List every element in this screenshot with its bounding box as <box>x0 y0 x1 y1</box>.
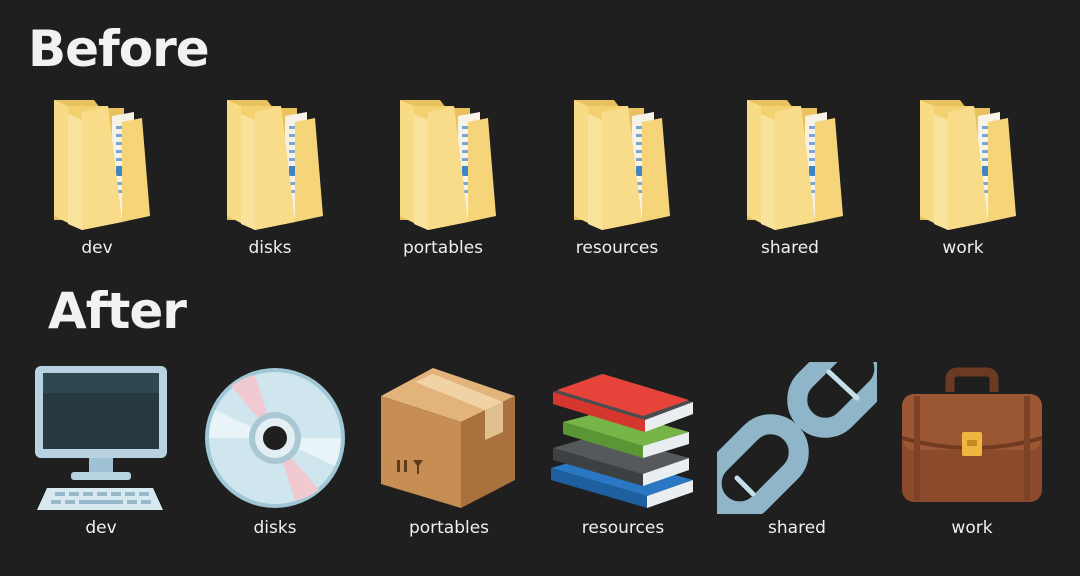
folder-icon <box>54 100 150 230</box>
optical-disc-icon <box>205 368 345 508</box>
folder-label: disks <box>248 238 292 258</box>
before-folder-row: dev disks portables resources shared wor… <box>0 92 1080 272</box>
folder-item-resources[interactable]: resources <box>537 92 697 272</box>
briefcase-icon <box>901 367 1043 502</box>
icon-label: dev <box>85 518 117 538</box>
icon-label: portables <box>408 518 490 538</box>
books-icon <box>551 374 693 508</box>
icon-item-resources[interactable]: resources <box>543 362 703 542</box>
folder-label: shared <box>761 238 819 258</box>
folder-icon <box>227 100 323 230</box>
icon-item-shared[interactable]: shared <box>717 362 877 542</box>
folder-icon <box>920 100 1016 230</box>
icon-item-portables[interactable]: portables <box>369 362 529 542</box>
folder-label: portables <box>402 238 484 258</box>
folder-label: work <box>942 238 984 258</box>
cardboard-box-icon <box>381 368 515 508</box>
icon-item-work[interactable]: work <box>892 362 1052 542</box>
folder-label: resources <box>575 238 659 258</box>
folder-item-portables[interactable]: portables <box>363 92 523 272</box>
desktop-computer-icon <box>35 366 167 510</box>
folder-icon <box>574 100 670 230</box>
icon-label: work <box>951 518 993 538</box>
after-heading: After <box>48 282 187 340</box>
folder-item-shared[interactable]: shared <box>710 92 870 272</box>
icon-item-dev[interactable]: dev <box>21 362 181 542</box>
folder-item-work[interactable]: work <box>883 92 1043 272</box>
icon-label: disks <box>253 518 297 538</box>
folder-icon <box>400 100 496 230</box>
after-icon-row: dev disks portables resources shared wor… <box>0 362 1080 542</box>
icon-label: shared <box>768 518 826 538</box>
folder-label: dev <box>81 238 113 258</box>
folder-item-disks[interactable]: disks <box>190 92 350 272</box>
folder-item-dev[interactable]: dev <box>17 92 177 272</box>
icon-label: resources <box>581 518 665 538</box>
before-heading: Before <box>28 20 210 78</box>
icon-item-disks[interactable]: disks <box>195 362 355 542</box>
folder-icon <box>747 100 843 230</box>
chain-link-icon <box>717 362 877 514</box>
